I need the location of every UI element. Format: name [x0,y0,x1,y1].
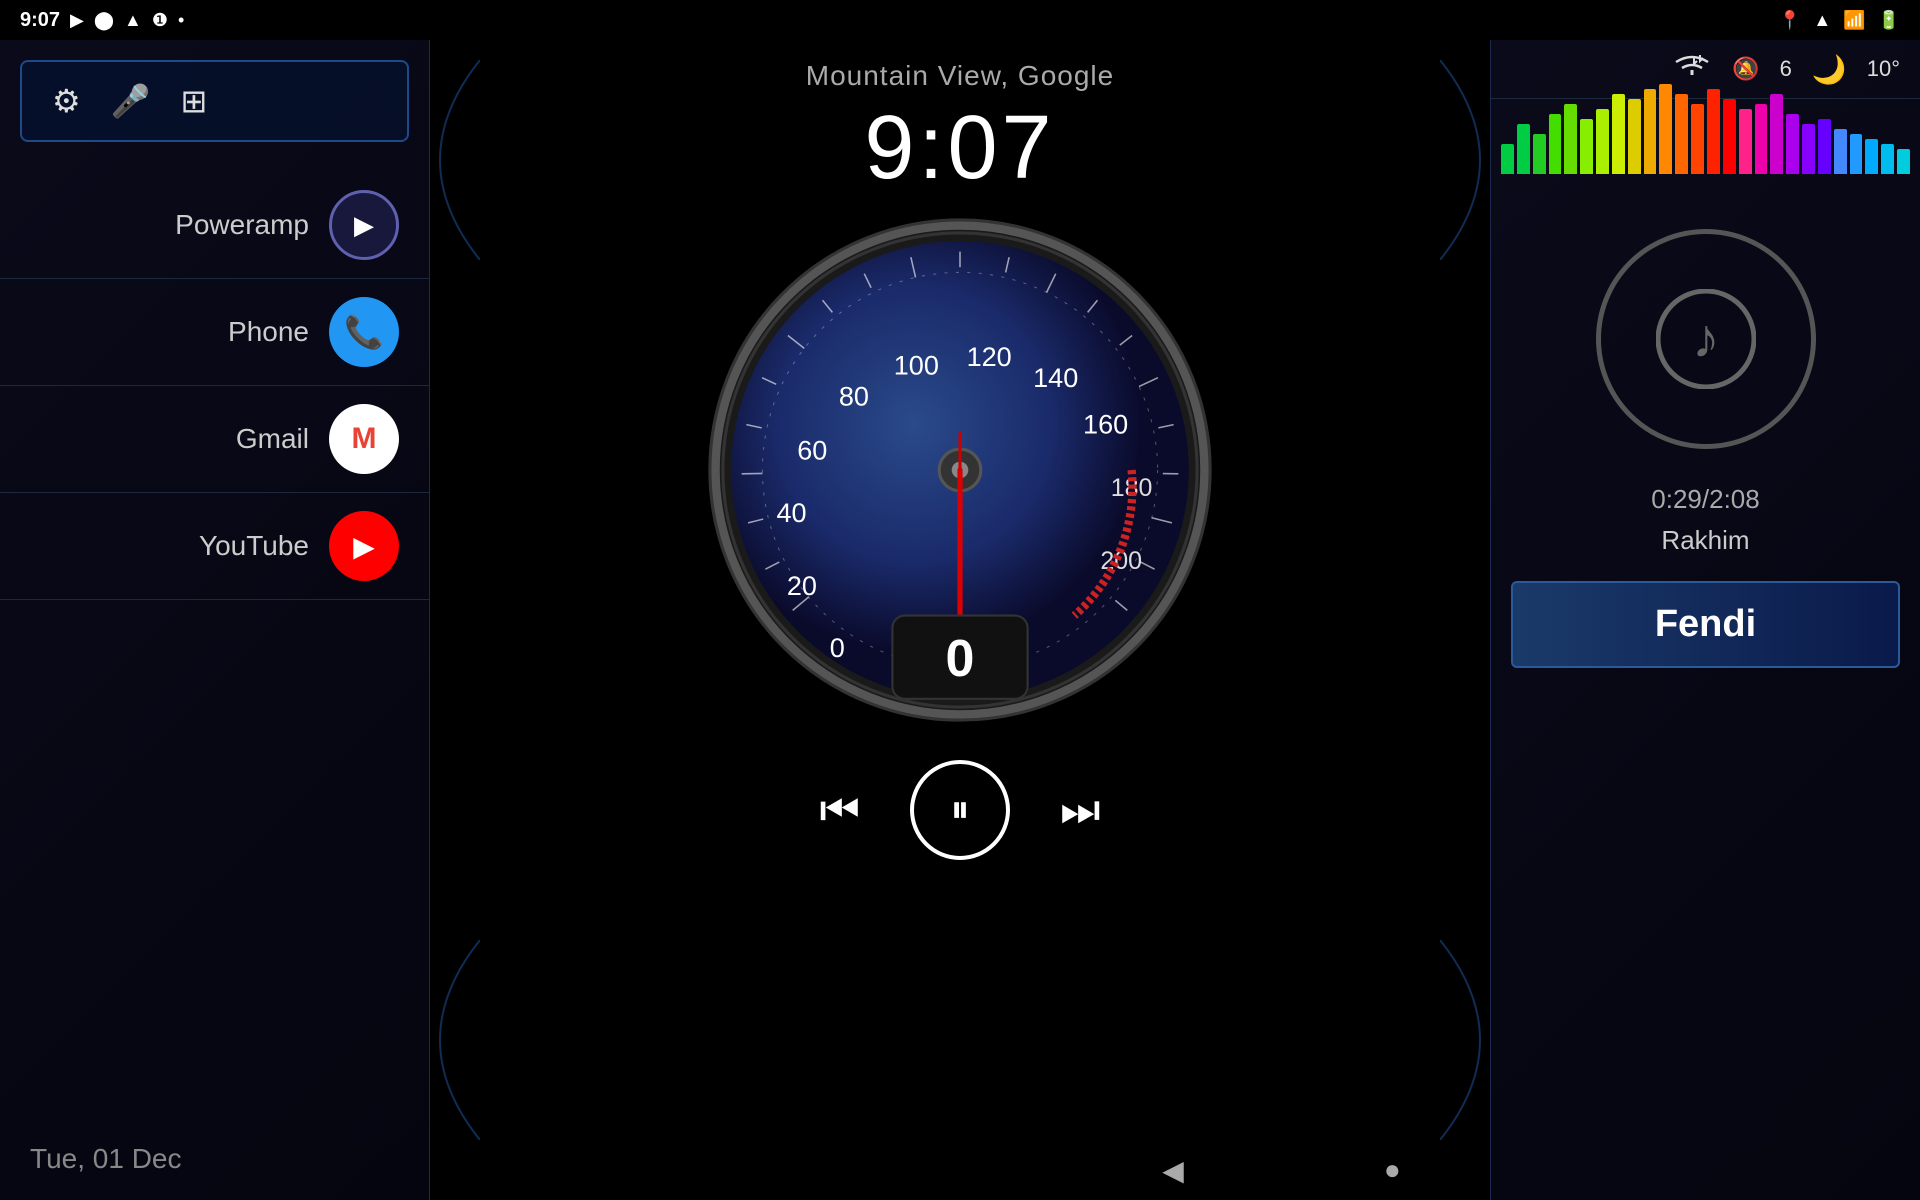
eq-bar [1659,84,1672,174]
music-section: ♪ 0:29/2:08 Rakhim Fendi [1491,189,1920,1200]
eq-bar [1881,144,1894,174]
status-right-icons: 📍 ▲ 📶 🔋 [1779,10,1900,31]
equalizer [1491,99,1920,189]
svg-text:100: 100 [894,350,939,380]
wifi-icon [1672,50,1712,88]
signal-muted-icon: 🔕 [1732,56,1759,82]
battery-icon: 🔋 [1878,10,1900,31]
app-list: Poweramp ▶ Phone 📞 Gmail M YouTube ▶ [0,162,429,1118]
eq-bar [1691,104,1704,174]
wifi-status-icon: ▲ [1813,10,1831,31]
youtube-icon[interactable]: ▶ [329,511,399,581]
music-note-icon: ♪ [1596,229,1816,449]
time-display: 9:07 [864,97,1055,200]
center-panel: Mountain View, Google 9:07 [430,40,1490,1200]
home-button[interactable]: ● [1384,1154,1401,1186]
track-artist: Rakhim [1661,525,1749,556]
eq-bar [1786,114,1799,174]
eq-bar [1802,124,1815,174]
signal-number: 6 [1780,56,1792,82]
eq-bar [1850,134,1863,174]
eq-bar [1675,94,1688,174]
status-bar: 9:07 ▶ ⬤ ▲ ❶ • 📍 ▲ 📶 🔋 [0,0,1920,40]
app-item-poweramp[interactable]: Poweramp ▶ [0,172,429,279]
eq-bar [1564,104,1577,174]
svg-text:♪: ♪ [1692,307,1720,369]
at-icon: ❶ [152,10,168,31]
eq-bar [1644,89,1657,174]
left-panel: ⚙ 🎤 ⊞ Poweramp ▶ Phone 📞 Gmail M YouTube [0,40,430,1200]
eq-bar [1834,129,1847,174]
eq-bar [1739,109,1752,174]
play-pause-button[interactable]: ⏸ [910,760,1010,860]
settings-icon[interactable]: ⚙ [52,82,81,120]
prev-button[interactable]: ⏮ [819,784,860,837]
track-title: Fendi [1533,603,1878,646]
weather-temp: 10° [1867,56,1900,82]
date-display: Tue, 01 Dec [0,1118,429,1200]
right-panel: 🔕 6 🌙 10° ♪ 0:29/2:08 Rakhim Fendi [1490,40,1920,1200]
svg-text:140: 140 [1033,363,1078,393]
svg-text:80: 80 [839,382,869,412]
location-icon: 📍 [1779,10,1801,31]
eq-bar [1818,119,1831,174]
eq-bar [1755,104,1768,174]
toolbar: ⚙ 🎤 ⊞ [20,60,409,142]
signal-bars: 📶 [1843,10,1865,31]
eq-bar [1612,94,1625,174]
svg-text:160: 160 [1083,410,1128,440]
status-left-icons: 9:07 ▶ ⬤ ▲ ❶ • [20,9,184,32]
dot-icon: • [178,10,184,31]
svg-text:60: 60 [797,436,827,466]
eq-bar [1533,134,1546,174]
eq-bar [1501,144,1514,174]
microphone-icon[interactable]: 🎤 [111,82,151,120]
apps-icon[interactable]: ⊞ [181,82,208,120]
up-icon: ▲ [124,10,142,31]
eq-bar [1865,139,1878,174]
right-top-bar: 🔕 6 🌙 10° [1491,40,1920,99]
eq-bar [1770,94,1783,174]
app-item-youtube[interactable]: YouTube ▶ [0,493,429,600]
speedometer: 0 20 40 60 80 100 120 140 160 180 200 [700,210,1220,730]
youtube-label: YouTube [199,530,309,562]
weather-moon-icon: 🌙 [1812,53,1847,86]
eq-bar [1897,149,1910,174]
eq-bar [1580,119,1593,174]
back-button[interactable]: ◀ [1162,1154,1184,1187]
phone-label: Phone [228,316,309,348]
eq-bar [1596,109,1609,174]
app-item-gmail[interactable]: Gmail M [0,386,429,493]
next-button[interactable]: ⏭ [1060,784,1101,837]
poweramp-label: Poweramp [175,209,309,241]
pause-icon: ⏸ [950,789,969,832]
svg-text:40: 40 [776,498,806,528]
eq-bar [1707,89,1720,174]
svg-text:20: 20 [787,571,817,601]
eq-bar [1723,99,1736,174]
status-time-left: 9:07 [20,9,60,32]
svg-text:0: 0 [946,630,975,688]
svg-text:120: 120 [967,342,1012,372]
poweramp-play-button[interactable]: ▶ [329,190,399,260]
gmail-icon[interactable]: M [329,404,399,474]
gmail-label: Gmail [236,423,309,455]
track-time: 0:29/2:08 [1651,484,1759,515]
track-title-box: Fendi [1511,581,1900,668]
stop-icon: ⬤ [94,10,114,31]
eq-bar [1549,114,1562,174]
media-controls: ⏮ ⏸ ⏭ [819,760,1100,860]
location-text: Mountain View, Google [806,60,1114,92]
eq-bar [1628,99,1641,174]
phone-icon[interactable]: 📞 [329,297,399,367]
eq-bar [1517,124,1530,174]
svg-text:0: 0 [830,633,845,663]
app-item-phone[interactable]: Phone 📞 [0,279,429,386]
play-icon: ▶ [70,10,84,31]
